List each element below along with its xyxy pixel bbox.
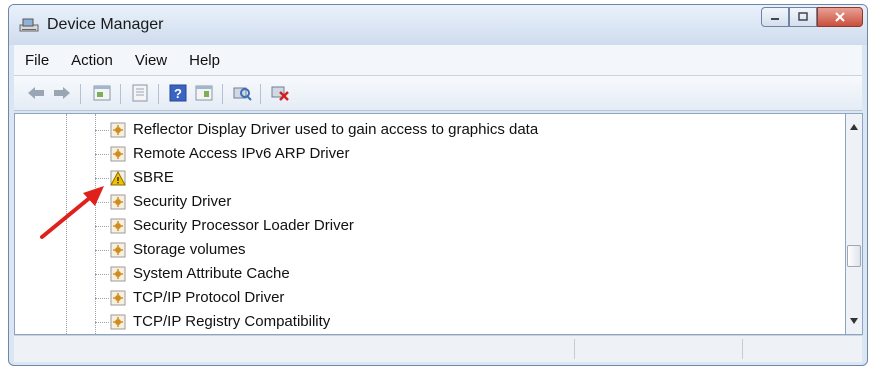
maximize-icon: [798, 12, 808, 21]
scroll-down-button[interactable]: [846, 312, 862, 330]
device-label: TCP/IP Protocol Driver: [133, 289, 285, 306]
device-label: System Attribute Cache: [133, 265, 290, 282]
list-item[interactable]: TCP/IP Protocol Driver: [15, 286, 835, 310]
show-hide-console-tree-icon[interactable]: [130, 84, 150, 102]
scan-hardware-changes-icon[interactable]: [232, 84, 252, 102]
status-bar: [14, 335, 862, 362]
status-separator: [574, 339, 575, 359]
toolbar-separator: [80, 84, 81, 104]
device-label: TCP/IP Registry Compatibility: [133, 313, 331, 330]
device-label: Reflector Display Driver used to gain ac…: [133, 121, 539, 138]
tree-connector: [95, 274, 109, 275]
tree-connector: [95, 226, 109, 227]
device-icon: [110, 146, 126, 162]
toolbar-separator: [158, 84, 159, 104]
device-label: Security Processor Loader Driver: [133, 217, 354, 234]
scroll-up-icon: [850, 124, 858, 130]
show-action-pane-icon[interactable]: [194, 84, 214, 102]
device-icon: [110, 314, 126, 330]
warning-device-icon: [110, 170, 126, 186]
device-label: Remote Access IPv6 ARP Driver: [133, 145, 350, 162]
window-controls: [761, 7, 863, 27]
list-item[interactable]: Remote Access IPv6 ARP Driver: [15, 142, 835, 166]
toolbar: ?: [14, 76, 862, 111]
tree-connector: [95, 178, 109, 179]
toolbar-separator: [120, 84, 121, 104]
tree-connector: [95, 154, 109, 155]
tree-connector: [95, 322, 109, 323]
scroll-up-button[interactable]: [846, 118, 862, 136]
device-label: Storage volumes: [133, 241, 246, 258]
device-label: SBRE: [133, 169, 174, 186]
tree-connector: [95, 250, 109, 251]
close-icon: [835, 12, 845, 22]
maximize-button[interactable]: [789, 7, 817, 27]
back-icon[interactable]: [26, 84, 46, 102]
list-item[interactable]: SBRE: [15, 166, 835, 190]
minimize-icon: [771, 18, 779, 20]
device-icon: [110, 266, 126, 282]
device-icon: [110, 290, 126, 306]
status-separator: [742, 339, 743, 359]
menu-file[interactable]: File: [14, 52, 60, 69]
list-item[interactable]: System Attribute Cache: [15, 262, 835, 286]
menu-view[interactable]: View: [124, 52, 178, 69]
menu-bar: File Action View Help: [14, 45, 862, 76]
forward-icon[interactable]: [52, 84, 72, 102]
vertical-scrollbar[interactable]: [845, 113, 863, 335]
list-item[interactable]: Security Processor Loader Driver: [15, 214, 835, 238]
uninstall-device-icon[interactable]: [270, 84, 290, 102]
device-manager-app-icon: [19, 18, 39, 32]
window-title: Device Manager: [47, 16, 164, 33]
toolbar-separator: [222, 84, 223, 104]
list-item[interactable]: Security Driver: [15, 190, 835, 214]
device-label: Security Driver: [133, 193, 232, 210]
tree-connector: [95, 298, 109, 299]
device-icon: [110, 242, 126, 258]
toolbar-separator: [260, 84, 261, 104]
device-manager-window: Device Manager File Action View Help ? R…: [8, 4, 868, 366]
scroll-down-icon: [850, 318, 858, 324]
tree-connector: [95, 202, 109, 203]
tree-connector: [95, 130, 109, 131]
menu-action[interactable]: Action: [60, 52, 124, 69]
list-item[interactable]: Storage volumes: [15, 238, 835, 262]
menu-help[interactable]: Help: [178, 52, 231, 69]
device-icon: [110, 122, 126, 138]
svg-text:?: ?: [174, 86, 182, 101]
minimize-button[interactable]: [761, 7, 789, 27]
scrollbar-thumb[interactable]: [847, 245, 861, 267]
list-item[interactable]: TCP/IP Registry Compatibility: [15, 310, 835, 334]
device-icon: [110, 194, 126, 210]
close-button[interactable]: [817, 7, 863, 27]
title-bar[interactable]: Device Manager: [9, 5, 867, 45]
device-icon: [110, 218, 126, 234]
properties-icon[interactable]: [92, 84, 112, 102]
device-tree[interactable]: Reflector Display Driver used to gain ac…: [14, 113, 845, 335]
help-icon[interactable]: ?: [168, 84, 188, 102]
list-item[interactable]: Reflector Display Driver used to gain ac…: [15, 118, 835, 142]
